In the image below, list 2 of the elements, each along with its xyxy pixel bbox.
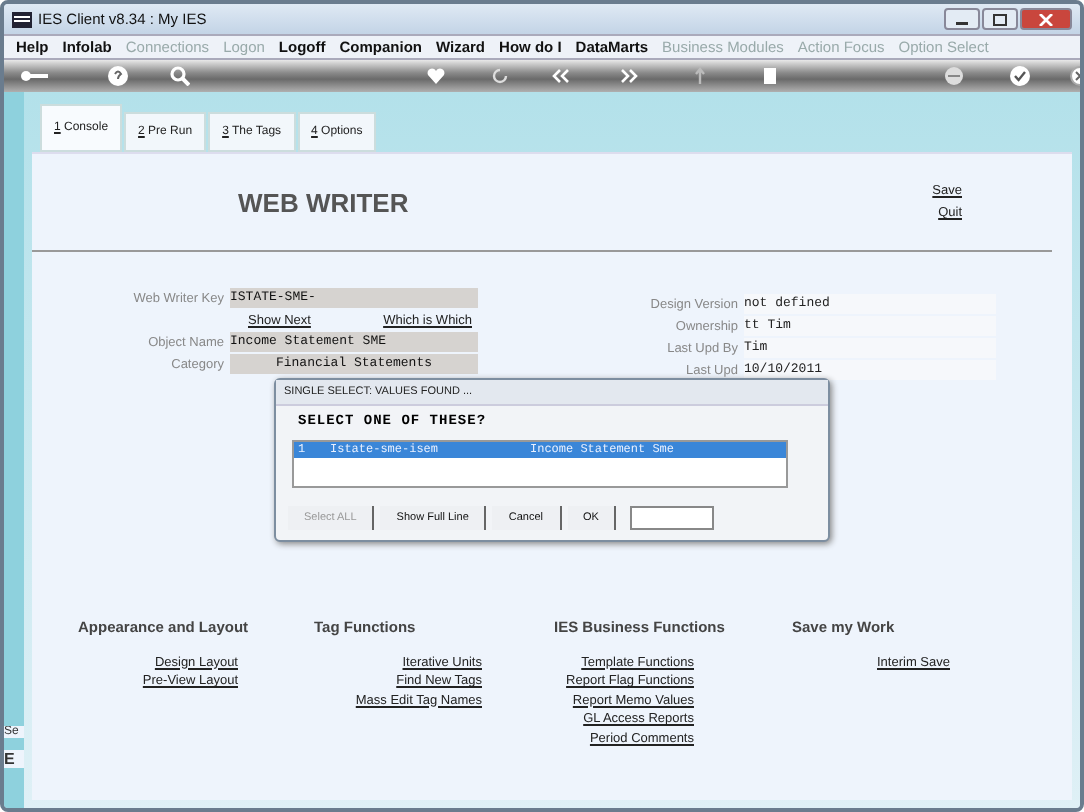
side-label: E	[4, 750, 24, 768]
page-title: WEB WRITER	[238, 187, 409, 217]
